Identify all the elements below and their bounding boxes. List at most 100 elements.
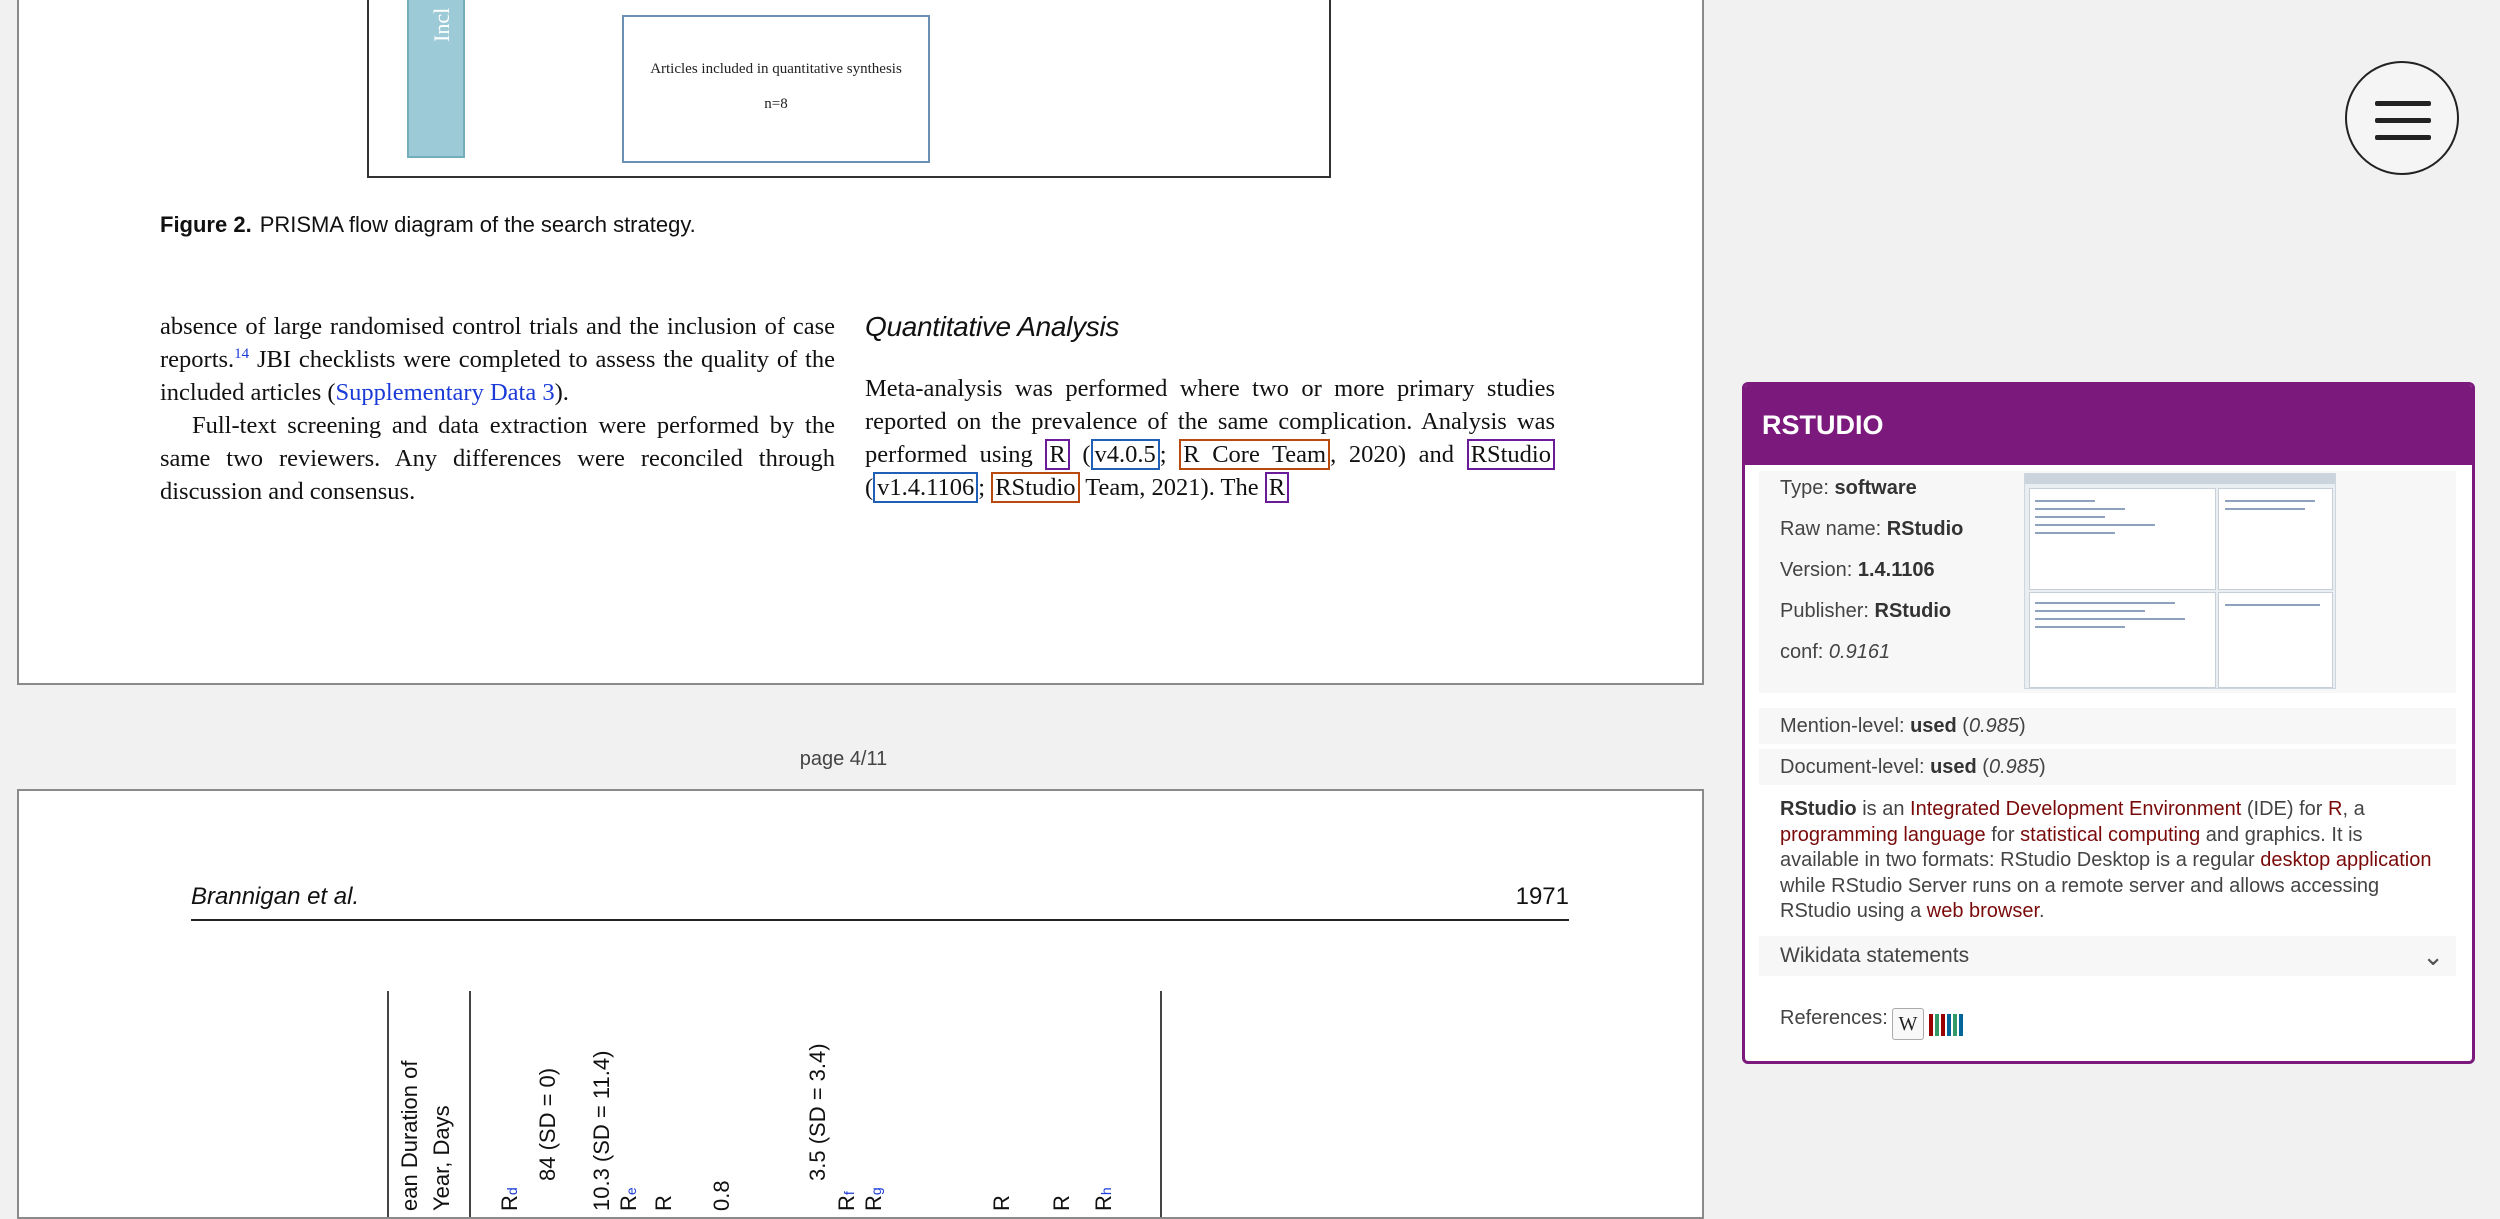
table-rule	[1160, 991, 1162, 1217]
wikipedia-icon[interactable]: W	[1892, 1008, 1924, 1040]
table-column-header: Re	[616, 1187, 641, 1211]
figure-caption: Figure 2. PRISMA flow diagram of the sear…	[160, 212, 696, 238]
wikidata-label: Wikidata statements	[1780, 944, 1970, 967]
chevron-down-icon: ⌄	[2422, 941, 2444, 971]
mention-level-label: Mention-level:	[1780, 715, 1911, 737]
publisher-value: RStudio	[1874, 600, 1952, 622]
right-column: Quantitative Analysis Meta-analysis was …	[865, 310, 1555, 504]
running-head-page-number: 1971	[1515, 883, 1569, 910]
type-label: Type:	[1780, 477, 1835, 499]
raw-name-row: Raw name: RStudio	[1780, 518, 1963, 541]
type-value: software	[1834, 477, 1917, 499]
mention-level-score: 0.985	[1968, 715, 2020, 737]
text-run: ).	[554, 379, 569, 406]
table-column-header: Year, Days	[429, 1105, 454, 1211]
text-run: (	[865, 474, 874, 501]
table-column-header: 10.3 (SD = 11.4)	[589, 1050, 614, 1211]
desc-name: RStudio	[1780, 798, 1857, 820]
running-head: Brannigan et al. 1971	[191, 883, 1569, 921]
figure-label: Figure 2.	[160, 212, 252, 237]
mention-level-value: used	[1910, 715, 1957, 737]
table-rule	[387, 991, 389, 1217]
text-run: , 2020) and	[1330, 441, 1467, 468]
document-level-value: used	[1930, 756, 1977, 778]
wiki-link[interactable]: desktop application	[2260, 849, 2431, 871]
paragraph: Meta-analysis was performed where two or…	[865, 372, 1555, 504]
flow-diagram-stage-label: Incl	[407, 0, 465, 158]
table-column-header: Rh	[1091, 1187, 1116, 1211]
left-column: absence of large randomised control tria…	[160, 310, 835, 508]
software-mention-r[interactable]: R	[1264, 472, 1290, 503]
software-mention-rstudio[interactable]: RStudio	[1466, 439, 1555, 470]
desc-text: is an	[1856, 798, 1911, 820]
panel-title: RSTUDIO	[1745, 385, 2472, 465]
wiki-link[interactable]: Integrated Development Environment	[1910, 798, 2241, 820]
wikidata-icon[interactable]	[1929, 1014, 1965, 1036]
desc-text: (IDE) for	[2241, 798, 2328, 820]
raw-name-value: RStudio	[1886, 518, 1964, 540]
references-label: References:	[1780, 1007, 1888, 1029]
software-description: RStudio is an Integrated Development Env…	[1780, 797, 2440, 925]
wikidata-statements-toggle[interactable]: Wikidata statements ⌄	[1759, 936, 2456, 976]
table-column-header: 3.5 (SD = 3.4)	[805, 1043, 830, 1181]
version-value: 1.4.1106	[1857, 559, 1935, 581]
version-row: Version: 1.4.1106	[1780, 559, 1935, 582]
publisher-label: Publisher:	[1780, 600, 1875, 622]
text-run: ;	[978, 474, 992, 501]
section-heading: Quantitative Analysis	[865, 311, 1120, 342]
paragraph: Full-text screening and data extraction …	[160, 412, 835, 505]
table-column-header: R	[651, 1195, 676, 1211]
text-run: Team, 2021). The	[1079, 474, 1265, 501]
publisher-mention[interactable]: RStudio	[991, 472, 1080, 503]
table-column-header: 0.8	[709, 1180, 734, 1211]
rstudio-screenshot-thumbnail[interactable]	[2024, 473, 2336, 689]
software-info-panel: RSTUDIO Type: software Raw name: RStudio…	[1742, 382, 2475, 1064]
conf-row: conf: 0.9161	[1780, 641, 1890, 664]
paragraph: absence of large randomised control tria…	[160, 310, 835, 409]
hamburger-menu-icon[interactable]	[2345, 61, 2459, 175]
table-column-header: R	[1049, 1195, 1074, 1211]
conf-value: 0.9161	[1828, 641, 1891, 663]
citation-link[interactable]: 14	[234, 346, 249, 362]
table-column-header: R	[989, 1195, 1014, 1211]
figure-caption-text: PRISMA flow diagram of the search strate…	[259, 212, 696, 237]
table-column-header: 84 (SD = 0)	[535, 1067, 560, 1181]
publisher-mention[interactable]: R Core Team	[1179, 439, 1331, 470]
document-level-row: Document-level: used (0.985)	[1759, 749, 2456, 785]
flow-box-title: Articles included in quantitative synthe…	[650, 61, 902, 77]
supplementary-link[interactable]: Supplementary Data 3	[336, 379, 555, 406]
table-column-header: Rg	[861, 1187, 886, 1211]
pdf-page-4: Incl Articles included in quantitative s…	[17, 0, 1704, 685]
wiki-link[interactable]: web browser	[1927, 900, 2039, 922]
document-level-label: Document-level:	[1780, 756, 1931, 778]
document-level-score: 0.985	[1988, 756, 2040, 778]
wiki-link[interactable]: programming language	[1780, 824, 1986, 846]
desc-text: while RStudio Server runs on a remote se…	[1780, 874, 2380, 923]
raw-name-label: Raw name:	[1780, 518, 1887, 540]
software-mention-r[interactable]: R	[1045, 439, 1070, 470]
desc-text: for	[1985, 823, 2021, 846]
publisher-row: Publisher: RStudio	[1780, 600, 1951, 623]
flow-stage-text: Incl	[429, 7, 454, 42]
desc-text: .	[2039, 900, 2045, 922]
table-column-header: Rf	[834, 1191, 859, 1211]
table-column-header: ean Duration of	[397, 1060, 422, 1211]
mention-level-row: Mention-level: used (0.985)	[1759, 708, 2456, 744]
page-indicator: page 4/11	[799, 748, 888, 770]
text-run: ;	[1159, 441, 1180, 468]
version-label: Version:	[1780, 559, 1858, 581]
table-rule	[469, 991, 471, 1217]
running-head-author: Brannigan et al.	[191, 883, 360, 910]
pdf-page-5: Brannigan et al. 1971 ean Duration of Yea…	[17, 789, 1704, 1219]
version-mention[interactable]: v4.0.5	[1090, 439, 1160, 470]
flow-diagram-box: Articles included in quantitative synthe…	[622, 15, 930, 163]
desc-text: , a	[2342, 798, 2365, 820]
text-run: (	[1069, 441, 1091, 468]
type-row: Type: software	[1780, 477, 1917, 500]
flow-box-count: n=8	[764, 96, 788, 112]
wiki-link[interactable]: R	[2328, 798, 2342, 820]
version-mention[interactable]: v1.4.1106	[873, 472, 979, 503]
conf-label: conf:	[1780, 641, 1829, 663]
wiki-link[interactable]: statistical computing	[2020, 824, 2200, 846]
table-column-header: Rd	[497, 1187, 522, 1211]
